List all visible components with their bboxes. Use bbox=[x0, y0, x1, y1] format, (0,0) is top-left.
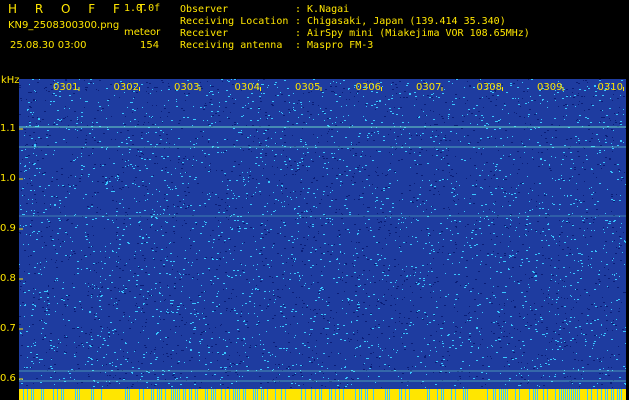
x-tick-label: 0302 bbox=[113, 82, 139, 93]
info-value-observer: : K.Nagai bbox=[295, 4, 350, 15]
y-tick-label: 0.8 bbox=[0, 273, 16, 284]
info-label-antenna: Receiving antenna bbox=[180, 40, 283, 51]
x-tick-label: 0301 bbox=[53, 82, 79, 93]
x-tick-label: 0304 bbox=[234, 82, 260, 93]
info-value-antenna: : Maspro FM-3 bbox=[295, 40, 374, 51]
x-tick-label: 0308 bbox=[476, 82, 502, 93]
x-tick-label: 0310 bbox=[597, 82, 623, 93]
x-tick-label: 0303 bbox=[174, 82, 200, 93]
info-value-receiver: : AirSpy mini (Miakejima VOR 108.65MHz) bbox=[295, 28, 530, 39]
x-tick-label: 0306 bbox=[355, 82, 381, 93]
y-tick-label: 0.7 bbox=[0, 323, 16, 334]
timestamp: 25.08.30 03:00 bbox=[10, 40, 87, 51]
y-axis-unit: kHz bbox=[1, 75, 20, 86]
info-label-observer: Observer bbox=[180, 4, 229, 15]
spectrogram-canvas bbox=[19, 79, 626, 400]
info-label-location: Receiving Location bbox=[180, 16, 289, 27]
detection-type: meteor bbox=[124, 27, 161, 38]
bottom-level-bar bbox=[19, 389, 626, 400]
y-tick-label: 0.9 bbox=[0, 223, 16, 234]
x-tick-label: 0309 bbox=[537, 82, 563, 93]
y-tick-label: 0.6 bbox=[0, 373, 16, 384]
app-version: 1.0.0f bbox=[124, 3, 161, 14]
spectrogram-plot bbox=[19, 79, 626, 400]
file-name: KN9_2508300300.png bbox=[8, 20, 120, 31]
info-value-location: : Chigasaki, Japan (139.414 35.340) bbox=[295, 16, 506, 27]
info-label-receiver: Receiver bbox=[180, 28, 229, 39]
x-tick-label: 0305 bbox=[295, 82, 321, 93]
y-tick-label: 1.0 bbox=[0, 173, 16, 184]
y-tick-label: 1.1 bbox=[0, 123, 16, 134]
header-panel: H R O F F T 1.0.0f KN9_2508300300.png me… bbox=[0, 0, 629, 75]
event-count: 154 bbox=[140, 40, 160, 51]
x-tick-label: 0307 bbox=[416, 82, 442, 93]
